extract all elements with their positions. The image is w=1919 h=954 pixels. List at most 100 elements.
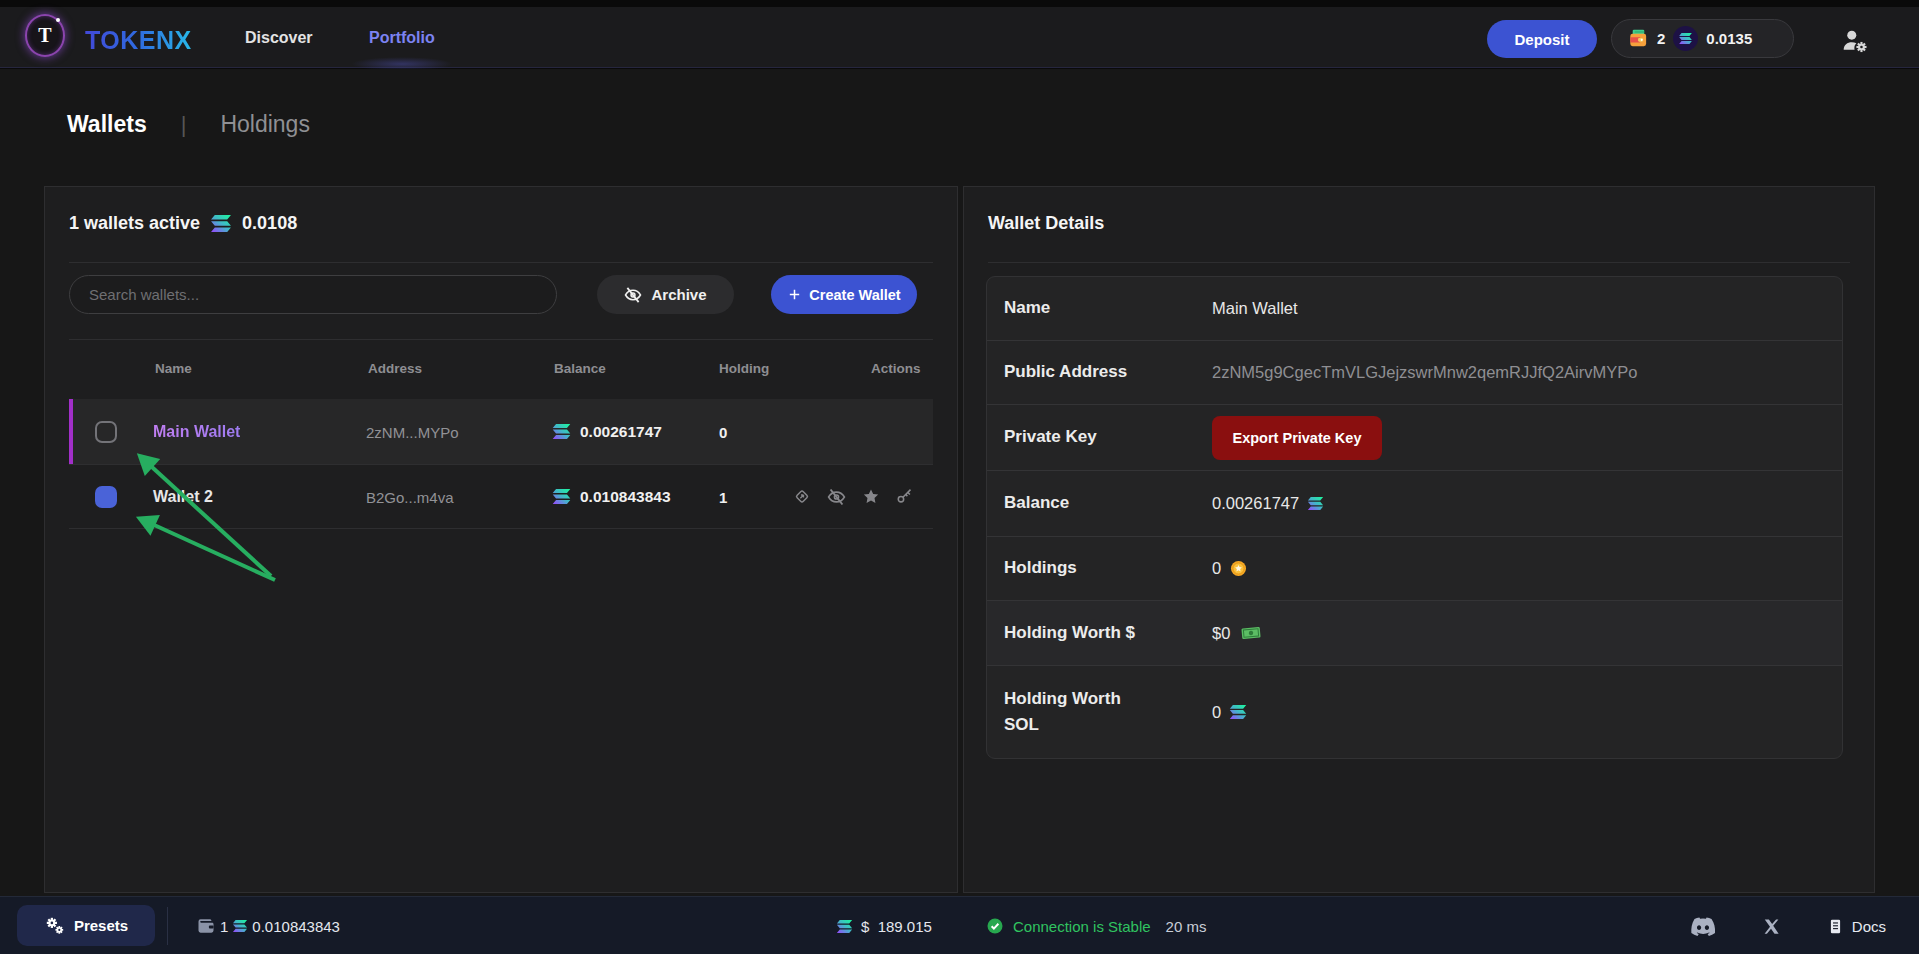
- wallet-balance: 0.00261747: [580, 423, 662, 441]
- detail-label: Holdings: [1004, 555, 1212, 581]
- docs-link[interactable]: Docs: [1827, 917, 1886, 936]
- wallet-address: 2zNM...MYPo: [366, 423, 459, 440]
- archive-button[interactable]: Archive: [597, 275, 734, 314]
- detail-value-holdings: 0: [1212, 559, 1221, 578]
- detail-label: Balance: [1004, 490, 1212, 516]
- export-private-key-button[interactable]: Export Private Key: [1212, 416, 1382, 460]
- detail-value-worth-usd: $0: [1212, 624, 1230, 643]
- eye-off-icon: [624, 286, 642, 304]
- logo-letter: T: [38, 24, 51, 47]
- details-title: Wallet Details: [988, 213, 1104, 234]
- gears-icon: [44, 915, 65, 936]
- coin-icon: [1229, 559, 1248, 578]
- detail-label: Public Address: [1004, 359, 1212, 385]
- nav-discover[interactable]: Discover: [245, 29, 313, 47]
- create-wallet-button[interactable]: Create Wallet: [771, 275, 917, 314]
- detail-label: Holding Worth $: [1004, 620, 1212, 646]
- key-icon[interactable]: [896, 487, 913, 504]
- col-actions: Actions: [871, 361, 921, 376]
- solana-icon: [210, 215, 232, 232]
- solana-icon: [1229, 705, 1247, 719]
- balance-pill[interactable]: 2 0.0135: [1611, 19, 1794, 58]
- col-balance: Balance: [554, 361, 606, 376]
- wallets-active-text: 1 wallets active: [69, 213, 200, 234]
- nav-sol-balance: 0.0135: [1706, 30, 1752, 47]
- connection-text: Connection is Stable: [1013, 918, 1151, 935]
- row-checkbox[interactable]: [95, 421, 117, 443]
- detail-row-balance: Balance 0.00261747: [987, 471, 1842, 537]
- star-icon[interactable]: [862, 487, 880, 505]
- wallets-panel: 1 wallets active 0.0108 Search wallets..…: [44, 186, 958, 893]
- tab-holdings[interactable]: Holdings: [220, 111, 310, 138]
- detail-row-holdings: Holdings 0: [987, 537, 1842, 601]
- details-table: Name Main Wallet Public Address 2zNM5g9C…: [986, 276, 1843, 759]
- divider: [69, 339, 933, 340]
- statusbar-wallet-summary: 1 0.010843843: [196, 897, 340, 954]
- doc-icon: [1827, 917, 1844, 936]
- sol-badge: [1673, 26, 1698, 51]
- docs-label: Docs: [1852, 918, 1886, 935]
- user-settings-icon[interactable]: [1841, 27, 1869, 53]
- detail-row-private-key: Private Key Export Private Key: [987, 405, 1842, 471]
- divider: [69, 262, 933, 263]
- x-icon[interactable]: [1762, 917, 1781, 936]
- brand-title: TOKENX: [85, 26, 192, 55]
- solana-icon: [552, 424, 571, 439]
- detail-value-balance: 0.00261747: [1212, 494, 1299, 513]
- tab-separator: |: [181, 112, 187, 138]
- wallet-holding: 1: [719, 488, 727, 505]
- discord-icon[interactable]: [1690, 915, 1716, 937]
- col-address: Address: [368, 361, 422, 376]
- statusbar-links: Docs: [1690, 897, 1886, 954]
- statusbar-sol-price: $ 189.015: [836, 897, 932, 954]
- deposit-button[interactable]: Deposit: [1487, 20, 1597, 58]
- detail-row-worth-usd: Holding Worth $ $0: [987, 601, 1842, 666]
- statusbar-sol-amount: 0.010843843: [252, 918, 340, 935]
- eye-off-icon[interactable]: [827, 487, 846, 506]
- wallets-summary: 1 wallets active 0.0108: [69, 213, 297, 234]
- logo-sparkle: [56, 18, 60, 22]
- wallet-address: B2Go...m4va: [366, 488, 454, 505]
- latency-value: 20 ms: [1166, 918, 1207, 935]
- detail-value-worth-sol: 0: [1212, 703, 1221, 722]
- search-input[interactable]: Search wallets...: [69, 275, 557, 314]
- wallet-emoji-icon: [1626, 27, 1649, 50]
- wallets-active-sol: 0.0108: [242, 213, 297, 234]
- connection-status: Connection is Stable 20 ms: [986, 897, 1206, 954]
- view-tabs: Wallets | Holdings: [67, 111, 310, 138]
- check-circle-icon: [986, 917, 1004, 935]
- wallet-name[interactable]: Wallet 2: [153, 488, 213, 506]
- sol-price-value: $ 189.015: [861, 918, 932, 935]
- solana-icon: [836, 920, 853, 933]
- wallet-row-main[interactable]: Main Wallet 2zNM...MYPo 0.00261747 0: [69, 399, 933, 465]
- row-actions: [793, 487, 913, 506]
- presets-button[interactable]: Presets: [17, 905, 155, 946]
- wallet-name[interactable]: Main Wallet: [153, 423, 240, 441]
- detail-label: Holding Worth SOL: [1004, 686, 1149, 739]
- wallet-icon: [196, 916, 216, 936]
- detail-row-worth-sol: Holding Worth SOL 0: [987, 666, 1842, 758]
- divider: [167, 907, 168, 945]
- money-icon: [1238, 622, 1264, 644]
- detail-row-name: Name Main Wallet: [987, 277, 1842, 341]
- nav-portfolio[interactable]: Portfolio: [369, 29, 435, 47]
- detail-row-public-address: Public Address 2zNM5g9CgecTmVLGJejzswrMn…: [987, 341, 1842, 405]
- top-nav: T TOKENX Discover Portfolio Deposit 2 0.…: [0, 7, 1919, 68]
- statusbar-wallet-count: 1: [220, 918, 228, 935]
- col-name: Name: [155, 361, 192, 376]
- wallet-holding: 0: [719, 423, 727, 440]
- tab-wallets[interactable]: Wallets: [67, 111, 147, 138]
- solana-icon: [552, 489, 571, 504]
- solana-icon: [232, 920, 248, 932]
- detail-label: Name: [1004, 295, 1212, 321]
- external-link-icon[interactable]: [793, 487, 811, 505]
- detail-value-name: Main Wallet: [1212, 299, 1298, 318]
- app-logo[interactable]: T: [25, 14, 65, 57]
- archive-label: Archive: [651, 286, 706, 303]
- wallet-details-panel: Wallet Details Name Main Wallet Public A…: [963, 186, 1875, 893]
- wallet-row-2[interactable]: Wallet 2 B2Go...m4va 0.010843843 1: [69, 465, 933, 529]
- nav-wallet-count: 2: [1657, 30, 1665, 47]
- wallet-balance: 0.010843843: [580, 488, 671, 506]
- detail-value-public-address: 2zNM5g9CgecTmVLGJejzswrMnw2qemRJJfQ2Airv…: [1212, 363, 1637, 382]
- row-checkbox[interactable]: [95, 486, 117, 508]
